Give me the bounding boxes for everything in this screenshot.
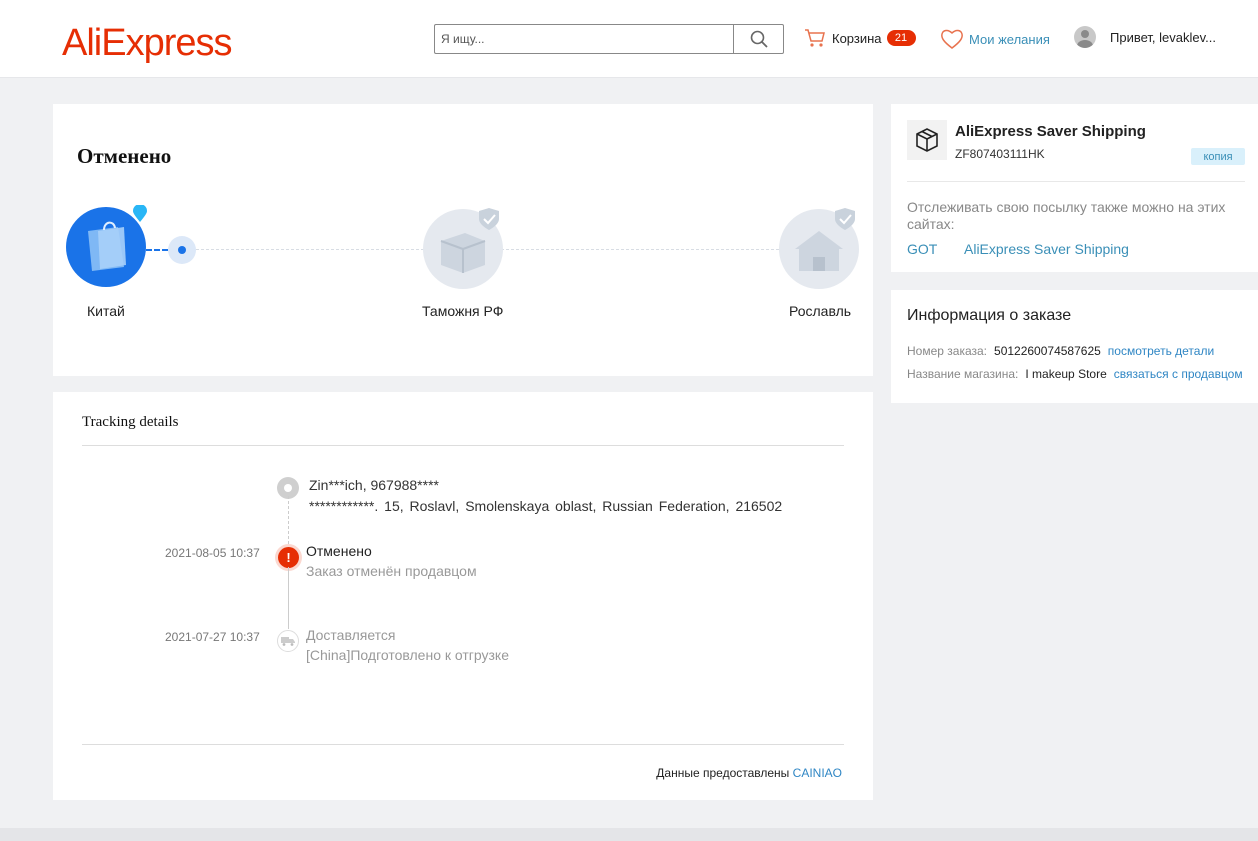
order-number: 5012260074587625 <box>994 344 1101 358</box>
timeline-connector <box>288 567 289 629</box>
progress-line-active <box>146 249 168 251</box>
cart-label: Корзина <box>832 30 882 46</box>
provider-link[interactable]: CAINIAO <box>793 766 842 780</box>
parcel-icon <box>916 128 938 152</box>
shipping-service-name: AliExpress Saver Shipping <box>955 123 1146 140</box>
search-input[interactable] <box>434 24 734 54</box>
wishlist-label: Мои желания <box>969 31 1050 47</box>
avatar-icon <box>1074 26 1096 48</box>
store-name-row: Название магазина: I makeup Store связат… <box>907 367 1243 381</box>
node-label-destination: Рославль <box>789 303 852 319</box>
shipping-info-card: AliExpress Saver Shipping ZF807403111HK … <box>891 104 1258 272</box>
copy-button[interactable]: копия <box>1191 148 1245 165</box>
truck-glyph-icon <box>281 637 295 646</box>
location-marker-icon <box>133 205 147 222</box>
footer-strip <box>0 828 1258 841</box>
timeline-connector <box>288 496 289 544</box>
event-time: 2021-08-05 10:37 <box>165 546 260 560</box>
divider <box>907 181 1245 182</box>
truck-icon <box>277 630 299 652</box>
order-info-title: Информация о заказе <box>907 307 1072 324</box>
store-name: I makeup Store <box>1025 367 1107 381</box>
box-icon <box>907 120 947 160</box>
provided-by-label: Данные предоставлены <box>656 766 790 780</box>
cart-icon <box>805 29 825 47</box>
contact-seller-link[interactable]: связаться с продавцом <box>1114 367 1243 381</box>
order-number-label: Номер заказа: <box>907 344 988 358</box>
event-description: [China]Подготовлено к отгрузке <box>306 647 509 663</box>
divider <box>82 445 844 446</box>
cart-count-badge: 21 <box>886 30 916 46</box>
node-china <box>66 205 147 287</box>
check-shield-icon <box>835 208 855 230</box>
user-menu[interactable]: Привет, levaklev... <box>1074 26 1216 48</box>
order-number-row: Номер заказа: 5012260074587625 посмотрет… <box>907 344 1214 358</box>
node-customs <box>423 208 503 289</box>
tracking-title: Tracking details <box>82 414 179 430</box>
saver-shipping-link[interactable]: AliExpress Saver Shipping <box>964 241 1129 257</box>
tracking-details-card: Tracking details Zin***ich, 967988**** *… <box>53 392 873 800</box>
search-bar <box>434 24 784 54</box>
recipient-name-phone: Zin***ich, 967988**** <box>309 477 439 493</box>
tracking-sites-note: Отслеживать свою посылку также можно на … <box>907 199 1226 232</box>
check-shield-icon <box>479 208 499 230</box>
node-label-customs: Таможня РФ <box>422 303 504 319</box>
order-info-card: Информация о заказе Номер заказа: 501226… <box>891 290 1258 403</box>
event-time: 2021-07-27 10:37 <box>165 630 260 644</box>
node-label-china: Китай <box>87 303 125 319</box>
wishlist-link[interactable]: Мои желания <box>940 28 1050 50</box>
top-header: AliExpress Корзина 21 Мои желания Привет… <box>0 0 1258 78</box>
alert-icon: ! <box>278 547 299 568</box>
divider <box>82 744 844 745</box>
tracking-number: ZF807403111HK <box>955 147 1045 161</box>
cart-link[interactable]: Корзина 21 <box>804 28 916 48</box>
data-provider-note: Данные предоставлены CAINIAO <box>656 766 842 780</box>
event-description: Заказ отменён продавцом <box>306 563 477 579</box>
heart-icon <box>941 29 963 49</box>
event-title: Отменено <box>306 543 372 559</box>
search-button[interactable] <box>733 24 784 54</box>
aliexpress-logo[interactable]: AliExpress <box>62 22 232 65</box>
progress-current-dot <box>168 236 196 264</box>
status-title: Отменено <box>77 144 172 168</box>
user-greeting: Привет, levaklev... <box>1110 29 1216 45</box>
got-link[interactable]: GOT <box>907 241 937 257</box>
recipient-address: ************. 15, Roslavl, Smolenskaya o… <box>309 498 783 514</box>
shipment-status-card: Отменено Китай Таможня РФ Рославль <box>53 104 873 376</box>
store-name-label: Название магазина: <box>907 367 1019 381</box>
node-destination <box>779 208 859 289</box>
view-details-link[interactable]: посмотреть детали <box>1108 344 1214 358</box>
search-icon <box>750 30 768 48</box>
event-title: Доставляется <box>306 627 396 643</box>
